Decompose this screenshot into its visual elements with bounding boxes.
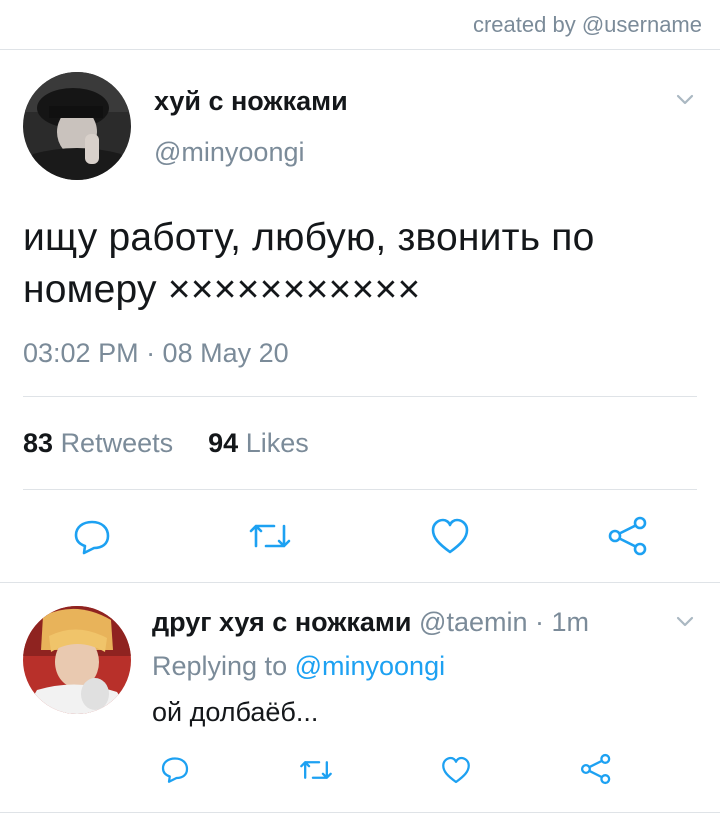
- retweet-count: 83: [23, 428, 54, 458]
- like-label: Likes: [245, 428, 309, 458]
- reply-avatar[interactable]: [23, 606, 131, 714]
- retweet-icon[interactable]: [248, 518, 292, 554]
- reply-time[interactable]: 1m: [552, 607, 590, 637]
- retweet-label: Retweets: [60, 428, 174, 458]
- divider: [0, 49, 720, 50]
- divider: [23, 396, 697, 397]
- reply-display-name[interactable]: друг хуя с ножками: [152, 607, 412, 637]
- retweet-icon[interactable]: [299, 756, 333, 784]
- heart-icon[interactable]: [429, 516, 471, 556]
- tweet-text: ищу работу, любую, звонить по номеру ×××…: [23, 216, 595, 311]
- avatar[interactable]: [23, 72, 131, 180]
- credit-text: created by @username: [472, 12, 702, 37]
- timestamp[interactable]: 03:02 PM · 08 May 20: [23, 338, 289, 369]
- chevron-down-icon[interactable]: [676, 616, 694, 632]
- reply-header: друг хуя с ножками @taemin · 1m: [152, 607, 589, 638]
- heart-icon[interactable]: [440, 755, 472, 785]
- reply-icon[interactable]: [160, 754, 190, 784]
- engagement-stats: 83 Retweets 94 Likes: [23, 428, 309, 459]
- share-icon[interactable]: [579, 752, 613, 786]
- divider: [0, 582, 720, 583]
- handle[interactable]: @minyoongi: [154, 137, 304, 168]
- display-name[interactable]: хуй с ножками: [154, 86, 348, 117]
- share-icon[interactable]: [606, 514, 650, 558]
- reply-separator: ·: [535, 607, 544, 637]
- replying-prefix: Replying to: [152, 651, 288, 681]
- chevron-down-icon[interactable]: [676, 94, 694, 110]
- divider: [0, 812, 720, 813]
- reply-text: ой долбаёб...: [152, 697, 319, 727]
- reply-handle[interactable]: @taemin: [419, 607, 527, 637]
- replying-to: Replying to @minyoongi: [152, 651, 445, 682]
- like-stat[interactable]: 94 Likes: [208, 428, 309, 458]
- reply-icon[interactable]: [72, 516, 112, 556]
- replying-handle-link[interactable]: @minyoongi: [295, 651, 445, 681]
- retweet-stat[interactable]: 83 Retweets: [23, 428, 173, 458]
- like-count: 94: [208, 428, 239, 458]
- divider: [23, 489, 697, 490]
